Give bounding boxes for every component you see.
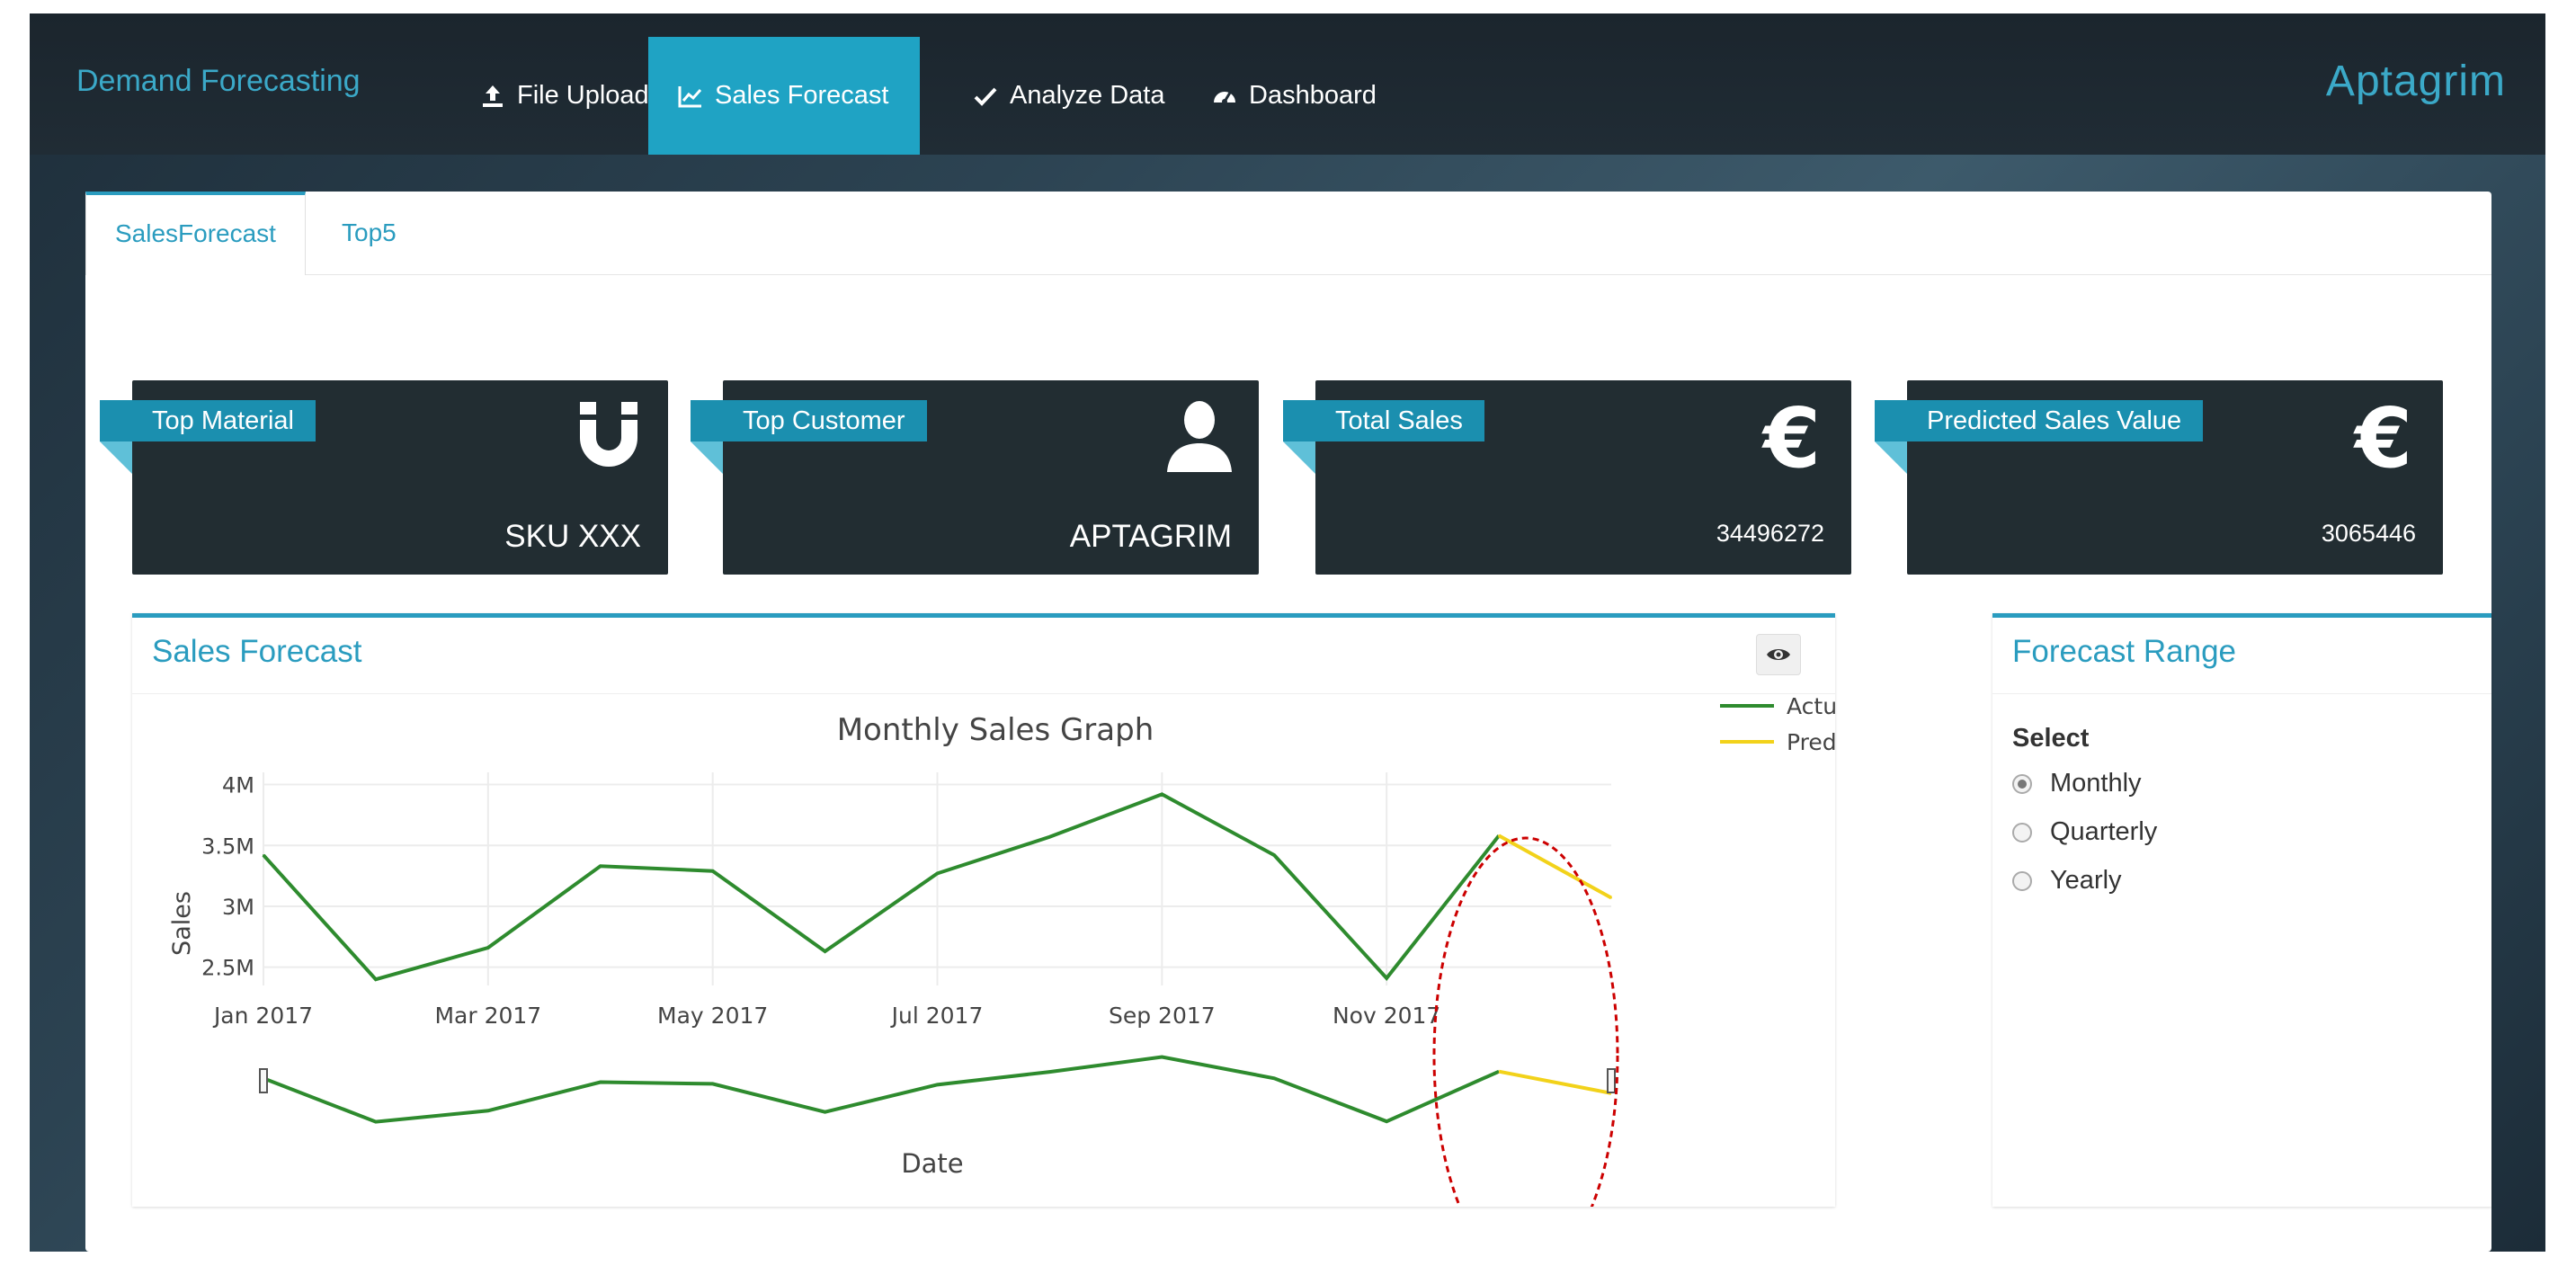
- magnet-icon: [580, 402, 637, 467]
- slider-handle-left[interactable]: [259, 1068, 268, 1093]
- svg-text:€: €: [1761, 395, 1821, 476]
- y-tick-label: 3M: [222, 895, 254, 920]
- data-point: [936, 872, 939, 875]
- card-predicted-sales: Predicted Sales Value € 3065446: [1875, 380, 2443, 575]
- x-tick-label: Jul 2017: [890, 1003, 984, 1029]
- tab-salesforecast[interactable]: SalesForecast: [85, 192, 306, 275]
- ribbon-fold: [691, 441, 723, 474]
- nav-sales-forecast[interactable]: Sales Forecast: [648, 37, 920, 155]
- line-chart-icon: [678, 85, 702, 107]
- nav-analyze-data-label: Analyze Data: [1010, 81, 1165, 110]
- euro-icon: €: [1761, 395, 1821, 476]
- x-tick-label: Jan 2017: [212, 1003, 313, 1029]
- data-point: [1161, 793, 1163, 796]
- card-total-sales: Total Sales € 34496272: [1283, 380, 1851, 575]
- box-divider: [1992, 693, 2491, 694]
- ribbon-fold: [1875, 441, 1907, 474]
- upload-icon: [483, 85, 503, 107]
- slider-line-prediction: [1498, 1069, 1612, 1095]
- card-top-material: Top Material SKU XXX: [100, 380, 668, 575]
- card-predicted-sales-value: 3065446: [2321, 520, 2416, 547]
- data-point: [486, 947, 489, 950]
- nav-sales-forecast-label: Sales Forecast: [715, 81, 889, 110]
- ribbon-fold: [100, 441, 132, 474]
- legend-label: Prediction: [1787, 729, 1835, 755]
- radio-yearly[interactable]: Yearly: [2012, 866, 2122, 896]
- radio-yearly-button[interactable]: [2012, 870, 2032, 891]
- y-tick-label: 4M: [222, 773, 254, 798]
- y-tick-label: 2.5M: [201, 956, 254, 981]
- slider-line-actual: [263, 1055, 1500, 1124]
- forecast-range-title: Forecast Range: [2012, 634, 2237, 669]
- radio-yearly-label: Yearly: [2050, 866, 2122, 895]
- data-point: [263, 854, 264, 857]
- sales-forecast-box: Sales Forecast Monthly Sales Graph Sales…: [132, 613, 1835, 1207]
- nav-analyze-data[interactable]: Analyze Data: [943, 37, 1194, 155]
- card-top-customer-title: Top Customer: [691, 400, 927, 441]
- x-axis-label: Date: [901, 1148, 963, 1179]
- card-total-sales-value: 34496272: [1716, 520, 1824, 547]
- nav-file-upload-label: File Upload: [517, 81, 649, 110]
- nav-dashboard[interactable]: Dashboard: [1182, 37, 1405, 155]
- dashboard-icon: [1214, 91, 1235, 104]
- card-top-customer-value: APTAGRIM: [1069, 519, 1232, 554]
- app-window: Demand Forecasting File Upload Sales For…: [30, 13, 2545, 1252]
- radio-monthly-button[interactable]: [2012, 773, 2032, 794]
- nav-dashboard-label: Dashboard: [1249, 81, 1377, 110]
- check-icon: [974, 87, 997, 106]
- slider-handle-right[interactable]: [1607, 1068, 1616, 1093]
- brand-title[interactable]: Demand Forecasting: [76, 64, 361, 99]
- select-label: Select: [2012, 724, 2090, 753]
- annotation-ellipse: [1432, 836, 1619, 1207]
- main-panel: SalesForecast Top5 Top Material SKU XXX …: [85, 192, 2491, 1252]
- chart-title: Monthly Sales Graph: [837, 712, 1154, 748]
- radio-monthly-label: Monthly: [2050, 769, 2142, 798]
- nav-file-upload[interactable]: File Upload: [450, 37, 678, 155]
- data-point: [374, 978, 377, 981]
- tab-bar: SalesForecast Top5: [85, 192, 2491, 275]
- legend: Actual Prediction: [1720, 693, 1835, 755]
- y-tick-label: 3.5M: [201, 834, 254, 859]
- card-total-sales-title: Total Sales: [1283, 400, 1484, 441]
- euro-icon: €: [2353, 395, 2412, 476]
- x-tick-label: May 2017: [657, 1003, 768, 1029]
- legend-label: Actual: [1787, 693, 1835, 719]
- aptagrim-logo: Aptagrim: [2325, 58, 2506, 105]
- card-top-customer: Top Customer APTAGRIM: [691, 380, 1259, 575]
- series-line-actual: [262, 792, 1501, 982]
- tab-top5[interactable]: Top5: [313, 192, 425, 274]
- user-icon: [1167, 401, 1232, 472]
- radio-quarterly-label: Quarterly: [2050, 817, 2158, 846]
- x-tick-label: Mar 2017: [434, 1003, 541, 1029]
- x-tick-label: Sep 2017: [1109, 1003, 1216, 1029]
- y-axis-label: Sales: [168, 891, 196, 956]
- navbar: Demand Forecasting File Upload Sales For…: [30, 13, 2545, 155]
- radio-monthly[interactable]: Monthly: [2012, 769, 2142, 798]
- monthly-sales-chart[interactable]: Monthly Sales Graph Sales Date 2.5M 3M 3.5…: [132, 618, 1835, 1207]
- forecast-range-box: Forecast Range Select Monthly Quarterly …: [1992, 613, 2491, 1207]
- data-point: [1048, 835, 1051, 838]
- data-point: [599, 865, 602, 868]
- data-point: [1386, 976, 1388, 979]
- card-top-material-value: SKU XXX: [504, 519, 641, 554]
- data-point: [824, 950, 826, 953]
- data-point: [711, 869, 714, 872]
- svg-text:€: €: [2353, 395, 2412, 476]
- radio-quarterly[interactable]: Quarterly: [2012, 817, 2157, 847]
- data-point: [1273, 854, 1276, 857]
- data-point: [1610, 896, 1612, 899]
- card-predicted-sales-title: Predicted Sales Value: [1875, 400, 2204, 441]
- card-top-material-title: Top Material: [100, 400, 316, 441]
- range-slider[interactable]: [259, 1055, 1616, 1124]
- ribbon-fold: [1283, 441, 1315, 474]
- data-point: [1498, 834, 1501, 837]
- x-tick-label: Nov 2017: [1333, 1003, 1440, 1029]
- axis-ticks: 2.5M 3M 3.5M 4M Jan 2017 Mar 2017 May 2017 Jul …: [201, 773, 1440, 1029]
- radio-quarterly-button[interactable]: [2012, 822, 2032, 843]
